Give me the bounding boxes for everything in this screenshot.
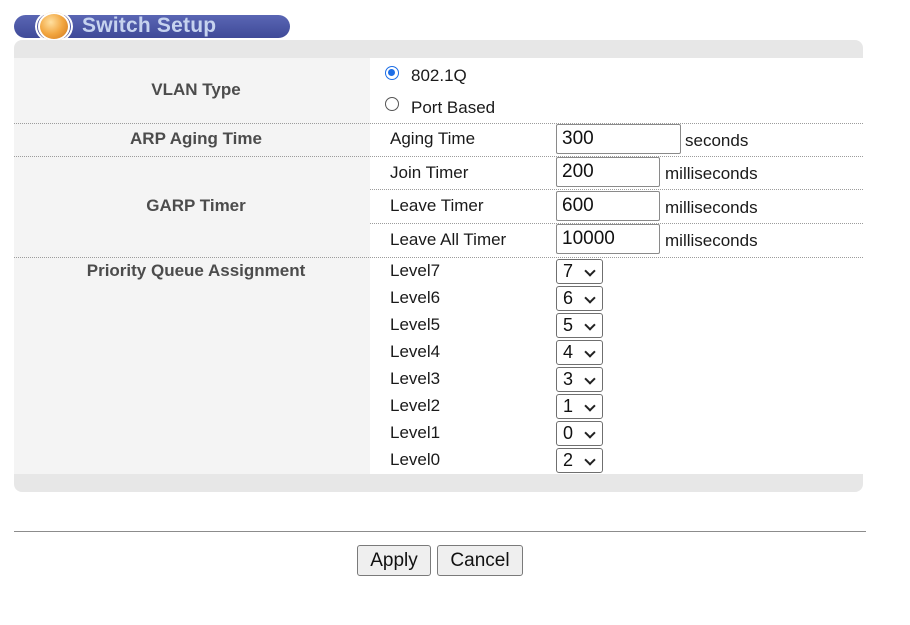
- chevron-down-icon: [584, 454, 596, 466]
- radio-port-based-label: Port Based: [411, 98, 496, 117]
- cancel-button[interactable]: Cancel: [437, 545, 523, 576]
- level2-value: 1: [563, 396, 574, 416]
- level2-select[interactable]: 1: [556, 394, 603, 419]
- orb-icon: [38, 12, 70, 41]
- radio-port-based[interactable]: [385, 97, 399, 111]
- level6-select[interactable]: 6: [556, 286, 603, 311]
- priority-queue-label: Priority Queue Assignment: [86, 261, 306, 280]
- chevron-down-icon: [584, 346, 596, 358]
- level7-value: 7: [563, 261, 574, 281]
- row-separator: [14, 156, 863, 157]
- level0-value: 2: [563, 450, 574, 470]
- chevron-down-icon: [584, 373, 596, 385]
- level4-select[interactable]: 4: [556, 340, 603, 365]
- row-separator: [14, 257, 863, 258]
- level5-select[interactable]: 5: [556, 313, 603, 338]
- level1-select[interactable]: 0: [556, 421, 603, 446]
- aging-time-unit: seconds: [685, 131, 749, 150]
- level4-label: Level4: [390, 342, 441, 361]
- settings-panel: VLAN Type 802.1Q Port Based ARP Aging Ti…: [14, 40, 863, 492]
- level4-value: 4: [563, 342, 574, 362]
- join-timer-unit: milliseconds: [665, 164, 758, 183]
- level5-value: 5: [563, 315, 574, 335]
- vlan-type-label: VLAN Type: [151, 80, 241, 99]
- row-separator: [370, 189, 863, 190]
- arp-aging-label: ARP Aging Time: [130, 129, 262, 148]
- settings-table: VLAN Type 802.1Q Port Based ARP Aging Ti…: [14, 58, 863, 474]
- leave-timer-unit: milliseconds: [665, 198, 758, 217]
- leave-timer-label: Leave Timer: [390, 196, 484, 215]
- leave-all-timer-label: Leave All Timer: [390, 230, 507, 249]
- chevron-down-icon: [584, 319, 596, 331]
- leave-all-timer-unit: milliseconds: [665, 231, 758, 250]
- level3-label: Level3: [390, 369, 441, 388]
- level7-select[interactable]: 7: [556, 259, 603, 284]
- radio-8021q[interactable]: [385, 66, 399, 80]
- aging-time-input[interactable]: [556, 124, 681, 154]
- level2-label: Level2: [390, 396, 441, 415]
- level3-select[interactable]: 3: [556, 367, 603, 392]
- level3-value: 3: [563, 369, 574, 389]
- radio-8021q-label: 802.1Q: [411, 66, 467, 85]
- leave-all-timer-input[interactable]: [556, 224, 660, 254]
- row-separator: [14, 123, 863, 124]
- apply-button[interactable]: Apply: [357, 545, 431, 576]
- level7-label: Level7: [390, 261, 441, 280]
- garp-timer-label: GARP Timer: [146, 196, 246, 215]
- aging-time-label: Aging Time: [390, 129, 476, 148]
- level1-value: 0: [563, 423, 574, 443]
- chevron-down-icon: [584, 427, 596, 439]
- level6-value: 6: [563, 288, 574, 308]
- level1-label: Level1: [390, 423, 441, 442]
- leave-timer-input[interactable]: [556, 191, 660, 221]
- page-title: Switch Setup: [82, 14, 217, 37]
- level5-label: Level5: [390, 315, 441, 334]
- divider: [14, 531, 866, 532]
- chevron-down-icon: [584, 265, 596, 277]
- level0-label: Level0: [390, 450, 441, 469]
- level0-select[interactable]: 2: [556, 448, 603, 473]
- join-timer-input[interactable]: [556, 157, 660, 187]
- chevron-down-icon: [584, 292, 596, 304]
- chevron-down-icon: [584, 400, 596, 412]
- join-timer-label: Join Timer: [390, 163, 469, 182]
- level6-label: Level6: [390, 288, 441, 307]
